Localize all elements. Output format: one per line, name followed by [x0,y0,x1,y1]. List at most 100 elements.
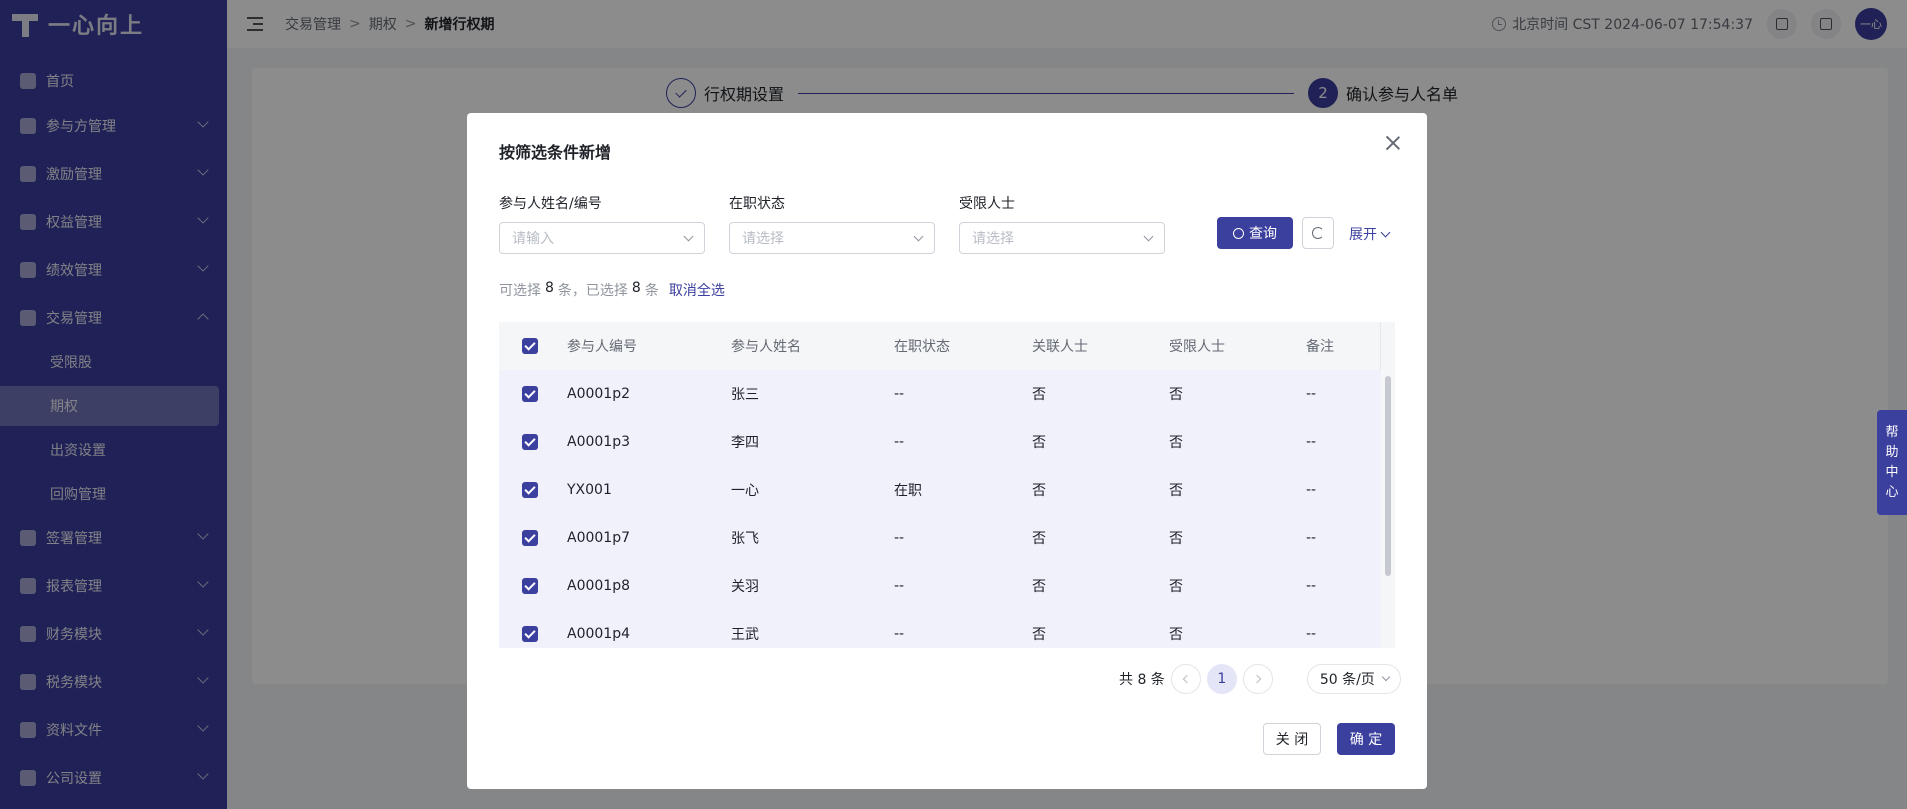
selection-summary: 可选择 8 条，已选择 8 条 取消全选 [499,280,725,300]
table-cell: 否 [1032,483,1046,499]
table-body: A0001p2 张三 -- 否否 -- A0001p3 李四 -- 否否 -- YX001 一心 在职否… [499,370,1395,648]
table-cell: A0001p2 [567,386,630,402]
row-checkbox[interactable] [522,626,538,642]
table-cell: 否 [1169,483,1183,499]
scrollbar-thumb[interactable] [1385,376,1391,576]
filter-add-dialog: 按筛选条件新增 参与人姓名/编号 请输入 在职状态 请选择 受限人士 请选择 查… [467,113,1427,789]
table-cell: -- [1306,482,1317,498]
filter-label: 在职状态 [729,196,785,212]
help-char: 助 [1885,444,1899,460]
table-row[interactable]: A0001p7 张飞 -- 否 否 -- [499,514,1395,562]
query-button[interactable]: 查询 [1217,217,1293,249]
select-all-checkbox[interactable] [522,338,538,354]
selection-text: 可选择 [499,283,541,299]
table-cell: -- [1306,386,1317,402]
filter-name-id: 参与人姓名/编号 请输入 [499,193,705,254]
table-row[interactable]: A0001p4 王武 -- 否 否 -- [499,610,1395,648]
table-cell: -- [894,578,905,594]
table-cell: A0001p7 [567,530,630,546]
query-label: 查询 [1249,226,1277,242]
next-page-button[interactable] [1242,664,1273,694]
column-header: 受限人士 [1169,339,1225,355]
table-cell: 否 [1169,435,1183,451]
table-cell: 关羽 [731,579,759,595]
filter-employment-status: 在职状态 请选择 [729,193,935,254]
close-button[interactable]: 关 闭 [1263,723,1321,755]
selection-text: 条 [644,283,659,299]
row-checkbox[interactable] [522,434,538,450]
chevron-down-icon [1381,672,1391,682]
table-cell: 否 [1169,531,1183,547]
chevron-down-icon [1143,231,1154,242]
table-row[interactable]: A0001p8 关羽 -- 否 否 -- [499,562,1395,610]
table-cell: 在职 [894,483,922,499]
table-cell: A0001p4 [567,626,630,642]
table-cell: 否 [1032,387,1046,403]
table-cell: -- [1306,626,1317,642]
reset-button[interactable] [1302,217,1334,249]
chevron-down-icon [683,231,694,242]
expand-toggle[interactable]: 展开 [1349,224,1391,244]
close-icon[interactable] [1383,133,1403,153]
expand-label: 展开 [1349,227,1377,243]
selected-count: 8 [631,280,641,296]
filter-label: 参与人姓名/编号 [499,196,602,212]
table-cell: -- [894,434,905,450]
name-id-input[interactable]: 请输入 [499,222,705,254]
table-cell: 否 [1032,531,1046,547]
employment-status-select[interactable]: 请选择 [729,222,935,254]
refresh-icon [1312,227,1324,239]
clear-selection-link[interactable]: 取消全选 [669,280,725,300]
table-cell: A0001p3 [567,434,630,450]
row-checkbox[interactable] [522,530,538,546]
page-size-select[interactable]: 50 条/页 [1306,664,1401,694]
total-count: 共 8 条 [1119,672,1165,688]
select-placeholder: 请选择 [742,231,784,247]
table-cell: -- [894,386,905,402]
page-size-value: 50 条/页 [1319,672,1375,688]
table-cell: 否 [1169,387,1183,403]
table-row[interactable]: YX001 一心 在职 否 否 -- [499,466,1395,514]
chevron-down-icon [1380,227,1391,237]
help-center-button[interactable]: 帮 助 中 心 [1877,410,1907,515]
table-cell: -- [1306,530,1317,546]
prev-page-button[interactable] [1170,664,1201,694]
select-placeholder: 请选择 [972,231,1014,247]
table-cell: 王武 [731,627,759,643]
table-cell: YX001 [567,482,612,498]
table-row[interactable]: A0001p3 李四 -- 否 否 -- [499,418,1395,466]
table-cell: A0001p8 [567,578,630,594]
dialog-title: 按筛选条件新增 [499,143,612,162]
help-char: 心 [1885,484,1899,500]
filter-restricted-person: 受限人士 请选择 [959,193,1165,254]
table-cell: 否 [1032,627,1046,643]
table-cell: 一心 [731,483,759,499]
column-header: 参与人姓名 [731,339,801,355]
restricted-person-select[interactable]: 请选择 [959,222,1165,254]
column-header: 参与人编号 [567,339,637,355]
confirm-button[interactable]: 确 定 [1337,723,1395,755]
row-checkbox[interactable] [522,386,538,402]
search-icon [1233,227,1244,239]
table-cell: 张飞 [731,531,759,547]
filter-label: 受限人士 [959,196,1015,212]
table-header: 参与人编号 参与人姓名 在职状态 关联人士 受限人士 备注 [499,322,1395,370]
table-cell: 李四 [731,435,759,451]
available-count: 8 [545,280,554,296]
row-checkbox[interactable] [522,482,538,498]
pagination: 共 8 条 1 50 条/页 [1119,664,1401,694]
input-placeholder: 请输入 [512,231,554,247]
table-cell: -- [1306,434,1317,450]
table-cell: 否 [1032,579,1046,595]
table-cell: 否 [1169,627,1183,643]
table-cell: 否 [1032,435,1046,451]
table-row[interactable]: A0001p2 张三 -- 否 否 -- [499,370,1395,418]
participants-table: 参与人编号 参与人姓名 在职状态 关联人士 受限人士 备注 A0001p2 张三 -… [499,322,1395,648]
table-cell: 张三 [731,387,759,403]
help-char: 中 [1885,464,1899,480]
chevron-down-icon [913,231,924,242]
page-number[interactable]: 1 [1206,664,1237,694]
column-header: 在职状态 [894,339,950,355]
row-checkbox[interactable] [522,578,538,594]
table-cell: -- [894,626,905,642]
